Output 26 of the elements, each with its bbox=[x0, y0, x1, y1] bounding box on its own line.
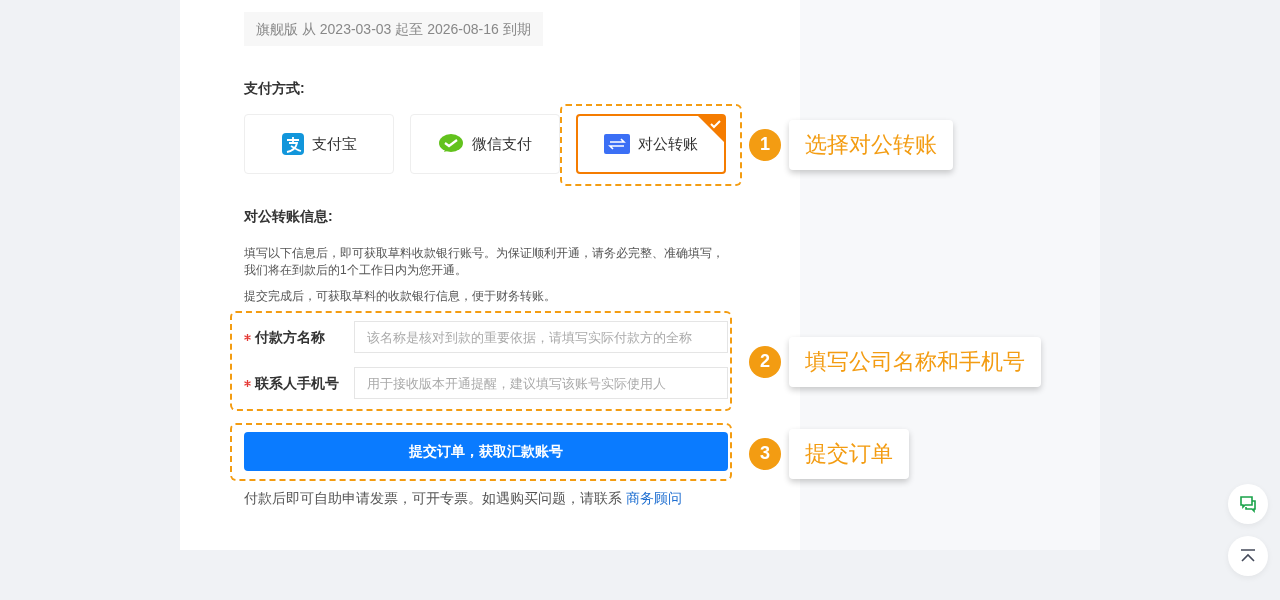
info-paragraph: 提交完成后，可获取草料的收款银行信息，便于财务转账。 bbox=[244, 288, 557, 305]
callout-label: 填写公司名称和手机号 bbox=[789, 336, 1041, 387]
back-to-top-button[interactable] bbox=[1228, 536, 1268, 576]
payment-method-option[interactable]: 微信支付 bbox=[410, 114, 560, 174]
sales-advisor-link[interactable]: 商务顾问 bbox=[625, 490, 682, 506]
chat-bubbles-icon bbox=[1239, 495, 1257, 513]
section-label: 支付方式: bbox=[244, 79, 306, 98]
wechat-logo-icon bbox=[438, 133, 464, 155]
chat-button[interactable] bbox=[1228, 484, 1268, 524]
payment-method-option[interactable]: 对公转账 bbox=[576, 114, 726, 174]
text-input-field[interactable]: 用于接收版本开通提醒，建议填写该账号实际使用人 bbox=[354, 367, 728, 399]
version-notice: 旗舰版 从 2023-03-03 起至 2026-08-16 到期 bbox=[244, 12, 543, 46]
checkmark-corner-icon bbox=[698, 116, 724, 142]
payment-method-option[interactable]: 支付宝 bbox=[244, 114, 394, 174]
field-label: 联系人手机号 bbox=[255, 373, 339, 393]
text-input-field[interactable]: 该名称是核对到款的重要依据，请填写实际付款方的全称 bbox=[354, 321, 728, 353]
section-heading: 对公转账信息: bbox=[244, 207, 334, 226]
info-paragraph: 填写以下信息后，即可获取草料收款银行账号。为保证顺利开通，请务必完整、准确填写，我们将在到款后的1个工作日内为您开通。 bbox=[244, 245, 725, 279]
callout-label: 提交订单 bbox=[789, 428, 909, 479]
field-label: 付款方名称 bbox=[255, 327, 325, 347]
footer-note: 付款后即可自助申请发票，可开专票。如遇购买问题，请联系 商务顾问 bbox=[244, 489, 683, 508]
back-to-top-icon bbox=[1240, 549, 1256, 563]
alipay-logo-icon bbox=[281, 133, 304, 155]
transfer-arrows-icon bbox=[604, 134, 630, 154]
submit-order-button[interactable]: 提交订单，获取汇款账号 bbox=[244, 432, 728, 471]
callout-label: 选择对公转账 bbox=[789, 119, 953, 170]
